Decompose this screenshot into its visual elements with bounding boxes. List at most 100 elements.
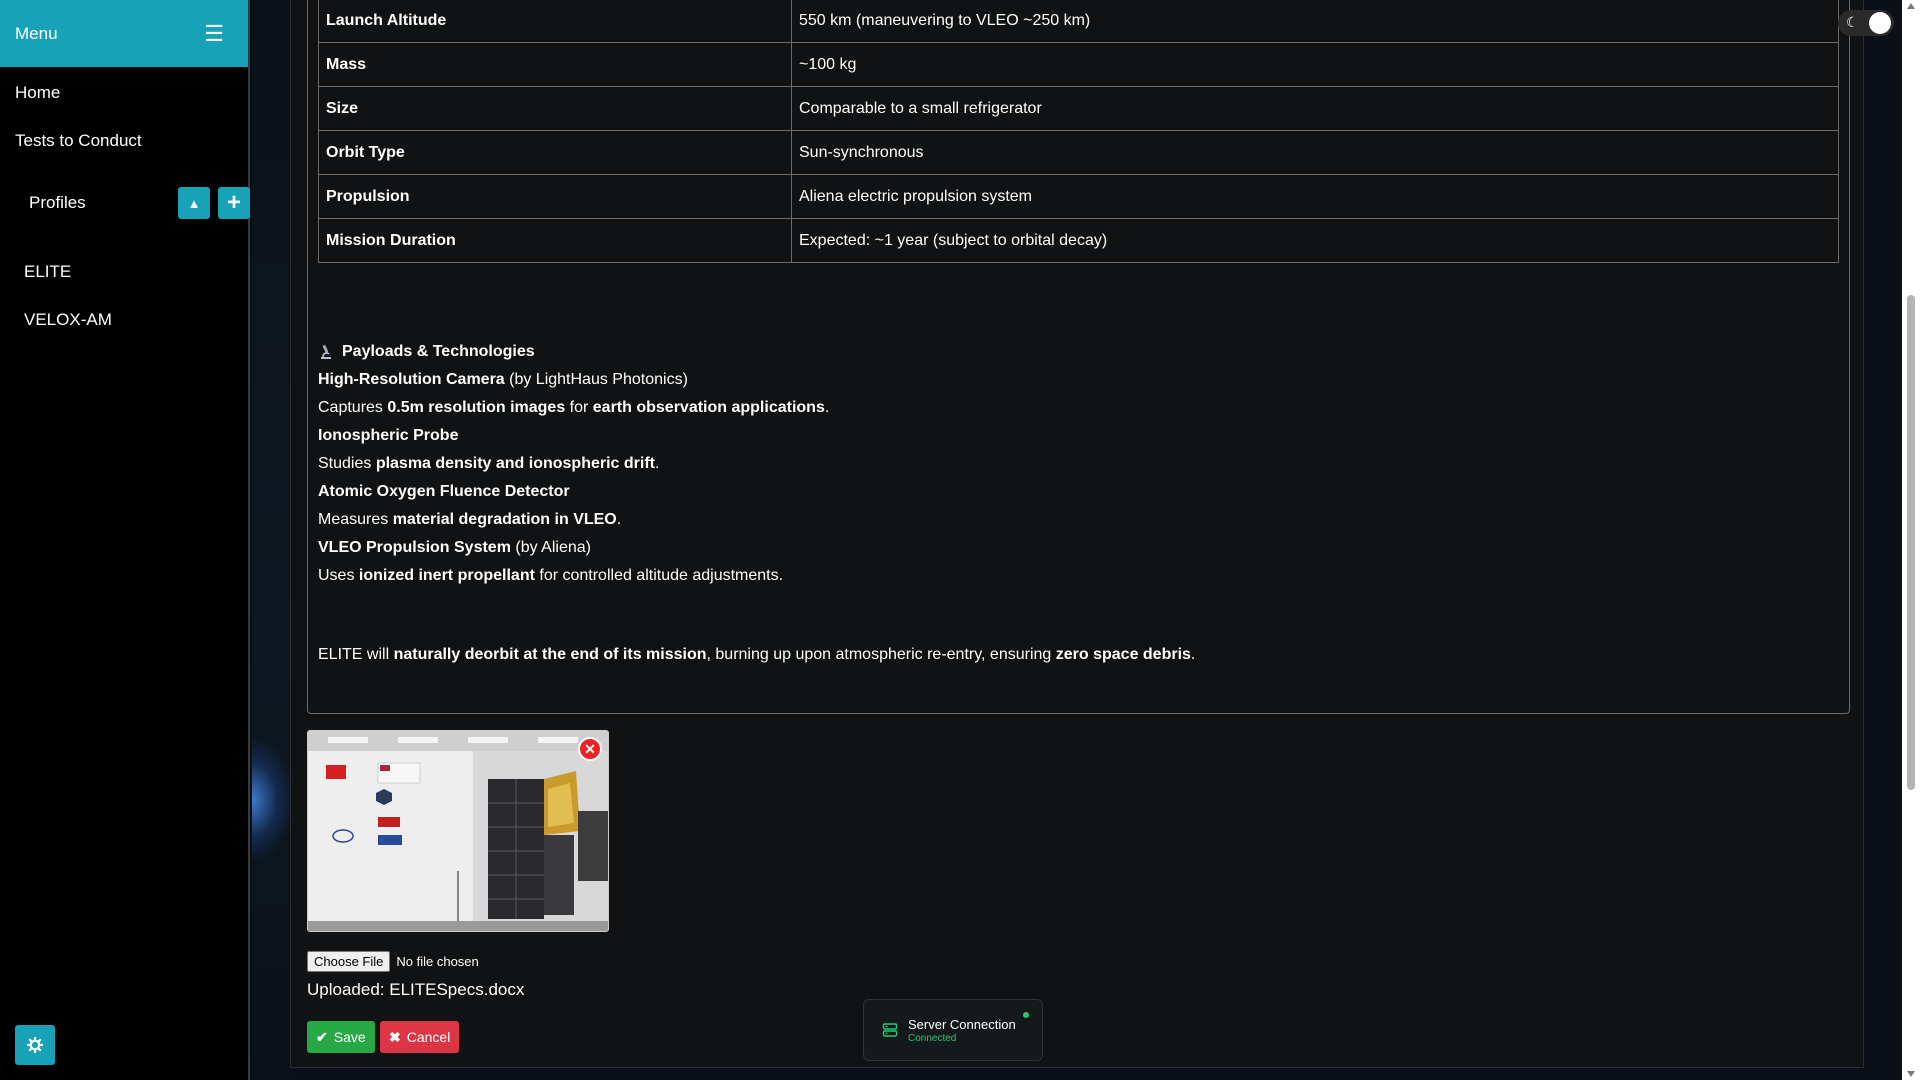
payload-name: VLEO Propulsion System — [318, 539, 511, 556]
save-button[interactable]: ✔ Save — [307, 1021, 375, 1053]
spec-key: Propulsion — [318, 174, 792, 219]
scrollbar-thumb[interactable] — [1907, 295, 1915, 790]
uploaded-file-label: Uploaded: ELITESpecs.docx — [307, 980, 525, 999]
text-run: for controlled altitude adjustments. — [534, 567, 784, 584]
text-run: ELITE will — [318, 646, 394, 663]
table-row: Propulsion Aliena electric propulsion sy… — [318, 174, 1839, 219]
payload-name: Atomic Oxygen Fluence Detector — [318, 483, 570, 500]
text-run: , burning up upon atmospheric re-entry, … — [706, 646, 1056, 663]
text-run: . — [616, 511, 622, 528]
spec-key: Mission Duration — [318, 218, 792, 263]
payloads-section: Payloads & Technologies High-Resolution … — [318, 338, 829, 590]
toggle-knob — [1869, 12, 1891, 34]
scroll-down-arrow-icon[interactable] — [1907, 1071, 1915, 1077]
toast-status: Connected — [908, 1032, 957, 1044]
save-button-label: Save — [333, 1029, 366, 1045]
text-run: . — [824, 399, 830, 416]
add-profile-button[interactable]: + — [218, 187, 250, 219]
spec-value: ~100 kg — [791, 42, 1839, 87]
text-run-bold: earth observation applications — [592, 399, 825, 416]
nav-item-tests-to-conduct[interactable]: Tests to Conduct — [0, 117, 248, 165]
payloads-heading-text: Payloads & Technologies — [342, 343, 535, 360]
profile-editor-panel: Launch Altitude 550 km (maneuvering to V… — [290, 0, 1864, 1068]
payload-title: Ionospheric Probe — [318, 422, 829, 450]
file-input-status: No file chosen — [396, 954, 479, 969]
cancel-button[interactable]: ✖ Cancel — [380, 1021, 460, 1053]
x-icon: ✖ — [389, 1028, 401, 1045]
payload-description: Uses ionized inert propellant for contro… — [318, 562, 829, 590]
scroll-up-arrow-icon[interactable] — [1907, 3, 1915, 9]
text-run: . — [1190, 646, 1196, 663]
payload-vendor: (by Aliena) — [510, 539, 591, 556]
text-run: for — [565, 399, 593, 416]
toast-title: Server Connection — [908, 1016, 1016, 1032]
background-strip — [252, 0, 292, 1080]
profile-item-elite[interactable]: ELITE — [0, 248, 248, 296]
satellite-photo — [308, 731, 608, 931]
table-row: Size Comparable to a small refrigerator — [318, 86, 1839, 131]
choose-file-button[interactable]: Choose File — [307, 951, 391, 972]
collapse-profiles-button[interactable]: ▲ — [178, 187, 210, 219]
table-row: Launch Altitude 550 km (maneuvering to V… — [318, 0, 1839, 43]
payload-title: Atomic Oxygen Fluence Detector — [318, 478, 829, 506]
close-icon: ✕ — [584, 740, 596, 757]
table-row: Mission Duration Expected: ~1 year (subj… — [318, 218, 1839, 263]
text-run-bold: plasma density and ionospheric drift — [375, 455, 655, 472]
text-run: Captures — [318, 399, 388, 416]
spec-value: Expected: ~1 year (subject to orbital de… — [791, 218, 1839, 263]
closing-paragraph: ELITE will naturally deorbit at the end … — [318, 646, 1195, 664]
moon-icon: ☾ — [1846, 14, 1859, 30]
payload-description: Studies plasma density and ionospheric d… — [318, 450, 829, 478]
profiles-list: ELITE VELOX-AM — [0, 248, 248, 344]
toast-text: Server Connection Connected — [908, 1017, 1016, 1044]
file-input: Choose File No file chosen — [307, 951, 479, 972]
text-run: Uses — [318, 567, 359, 584]
profile-item-velox-am[interactable]: VELOX-AM — [0, 296, 248, 344]
spec-key: Size — [318, 86, 792, 131]
text-run-bold: material degradation in VLEO — [392, 511, 617, 528]
table-row: Mass ~100 kg — [318, 42, 1839, 87]
server-icon — [882, 1023, 898, 1037]
server-connection-toast: Server Connection Connected — [863, 999, 1043, 1061]
text-run-bold: ionized inert propellant — [358, 567, 535, 584]
specs-table: Launch Altitude 550 km (maneuvering to V… — [318, 0, 1839, 263]
gear-icon — [27, 1037, 43, 1053]
hamburger-menu-icon[interactable]: ☰ — [204, 22, 224, 45]
payload-description: Measures material degradation in VLEO. — [318, 506, 829, 534]
spec-value: Comparable to a small refrigerator — [791, 86, 1839, 131]
satellite-image-thumbnail[interactable] — [307, 730, 609, 932]
check-icon: ✔ — [316, 1028, 328, 1045]
table-row: Orbit Type Sun-synchronous — [318, 130, 1839, 175]
cancel-button-label: Cancel — [406, 1029, 451, 1045]
payload-name: High-Resolution Camera — [318, 371, 505, 388]
profiles-section-header: Profiles ▲ + — [0, 179, 250, 227]
spec-value: Sun-synchronous — [791, 130, 1839, 175]
background-glow — [252, 740, 292, 860]
text-run: Measures — [318, 511, 393, 528]
status-indicator-dot — [1023, 1012, 1029, 1018]
remove-image-button[interactable]: ✕ — [578, 737, 602, 761]
spec-key: Orbit Type — [318, 130, 792, 175]
nav-item-home[interactable]: Home — [0, 69, 248, 117]
spec-value: 550 km (maneuvering to VLEO ~250 km) — [791, 0, 1839, 43]
spec-key: Mass — [318, 42, 792, 87]
payload-description: Captures 0.5m resolution images for eart… — [318, 394, 829, 422]
text-run-bold: zero space debris — [1055, 646, 1191, 663]
sidebar: Menu ☰ Home Tests to Conduct Profiles ▲ … — [0, 0, 250, 1080]
settings-button[interactable] — [15, 1025, 55, 1065]
payloads-heading: Payloads & Technologies — [318, 338, 829, 366]
document-preview: Launch Altitude 550 km (maneuvering to V… — [307, 0, 1850, 714]
payload-name: Ionospheric Probe — [318, 427, 459, 444]
page-scrollbar[interactable] — [1902, 0, 1920, 1080]
text-run-bold: 0.5m resolution images — [387, 399, 566, 416]
theme-toggle[interactable]: ☾ — [1838, 10, 1894, 36]
text-run-bold: naturally deorbit at the end of its miss… — [393, 646, 707, 663]
spec-key: Launch Altitude — [318, 0, 792, 43]
payload-title: VLEO Propulsion System (by Aliena) — [318, 534, 829, 562]
sidebar-title: Menu — [15, 23, 58, 43]
plus-icon: + — [226, 189, 241, 216]
payload-title: High-Resolution Camera (by LightHaus Pho… — [318, 366, 829, 394]
sidebar-header: Menu ☰ — [0, 0, 248, 67]
text-run: . — [654, 455, 660, 472]
payload-vendor: (by LightHaus Photonics) — [504, 371, 688, 388]
